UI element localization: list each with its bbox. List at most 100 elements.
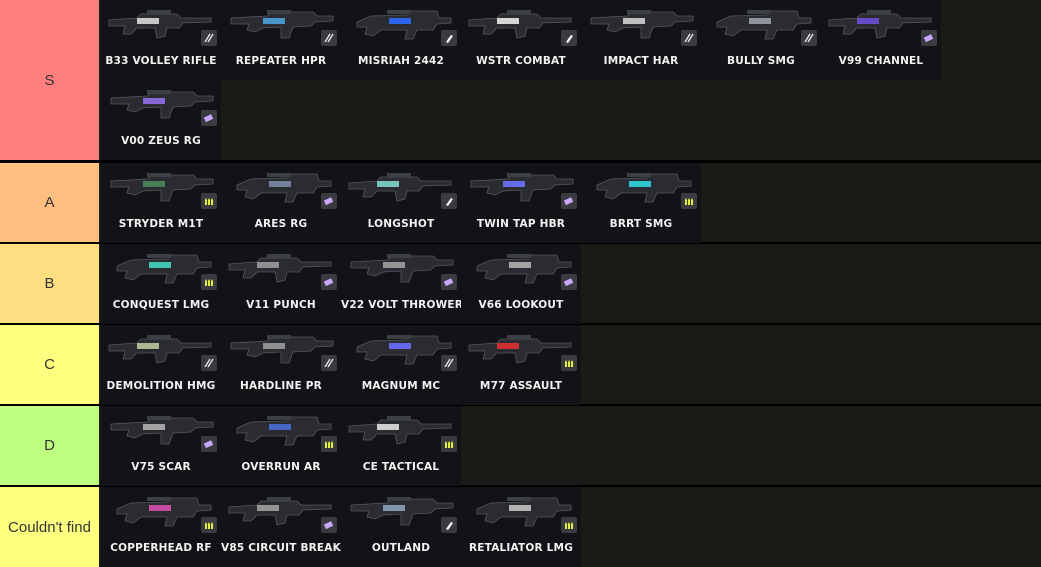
weapon-card[interactable]: STRYDER M1T [101,163,221,243]
tier-row-b: B CONQUEST LMG V11 PUNCH V22 VOLT THROWER V… [0,244,1041,324]
weapon-name: V00 ZEUS RG [121,135,201,147]
bullets-icon [681,193,697,209]
weapon-name: LONGSHOT [367,218,435,230]
battery-icon [561,193,577,209]
weapon-card[interactable]: COPPERHEAD RF [101,487,221,567]
weapon-name: COPPERHEAD RF [110,542,212,554]
rifle-icon [681,30,697,46]
weapon-name: BULLY SMG [727,55,795,67]
tier-label[interactable]: S [0,0,99,160]
weapon-name: MAGNUM MC [361,380,441,392]
weapon-card[interactable]: OUTLAND [341,487,461,567]
weapon-name: V66 LOOKOUT [478,299,564,311]
weapon-name: V11 PUNCH [246,299,316,311]
weapon-name: RETALIATOR LMG [468,542,574,554]
weapon-card[interactable]: V00 ZEUS RG [101,80,221,160]
tier-row-s: S B33 VOLLEY RIFLE REPEATER HPR MISRIAH 24… [0,0,1041,160]
rifle-icon [321,355,337,371]
weapon-name: V99 CHANNEL [838,55,924,67]
rifle-icon [441,355,457,371]
weapon-card[interactable]: MAGNUM MC [341,325,461,405]
bullets-icon [201,274,217,290]
bullets-icon [201,517,217,533]
weapon-card[interactable]: V99 CHANNEL [821,0,941,80]
rifle-icon [321,30,337,46]
weapon-name: MISRIAH 2442 [357,55,445,67]
tier-items[interactable]: COPPERHEAD RF V85 CIRCUIT BREAKER OUTLAND R… [101,487,1041,567]
tier-label[interactable]: Couldn't find [0,487,99,567]
tier-items[interactable]: B33 VOLLEY RIFLE REPEATER HPR MISRIAH 2442… [101,0,1041,160]
weapon-card[interactable]: HARDLINE PR [221,325,341,405]
bullets-icon [561,355,577,371]
battery-icon [201,436,217,452]
battery-icon [921,30,937,46]
bullets-icon [441,436,457,452]
weapon-name: HARDLINE PR [240,380,322,392]
bullets-icon [321,436,337,452]
weapon-name: V22 VOLT THROWER [341,299,461,311]
weapon-card[interactable]: REPEATER HPR [221,0,341,80]
tier-label[interactable]: D [0,406,99,485]
weapon-name: V85 CIRCUIT BREAKER [221,542,341,554]
tier-items[interactable]: V75 SCAR OVERRUN AR CE TACTICAL [101,406,1041,486]
weapon-card[interactable]: B33 VOLLEY RIFLE [101,0,221,80]
weapon-card[interactable]: V66 LOOKOUT [461,244,581,324]
battery-icon [441,274,457,290]
bullets-icon [561,517,577,533]
shell-icon [561,30,577,46]
weapon-name: REPEATER HPR [235,55,327,67]
weapon-name: CE TACTICAL [362,461,440,473]
weapon-card[interactable]: ARES RG [221,163,341,243]
weapon-name: OUTLAND [371,542,431,554]
weapon-name: STRYDER M1T [118,218,204,230]
weapon-card[interactable]: BRRT SMG [581,163,701,243]
weapon-card[interactable]: CE TACTICAL [341,406,461,486]
battery-icon [321,193,337,209]
tier-items[interactable]: CONQUEST LMG V11 PUNCH V22 VOLT THROWER V66… [101,244,1041,324]
shell-icon [441,517,457,533]
weapon-card[interactable]: IMPACT HAR [581,0,701,80]
weapon-card[interactable]: DEMOLITION HMG [101,325,221,405]
weapon-name: CONQUEST LMG [112,299,210,311]
battery-icon [321,517,337,533]
tier-label[interactable]: B [0,244,99,323]
weapon-card[interactable]: OVERRUN AR [221,406,341,486]
rifle-icon [801,30,817,46]
tier-list-board: S B33 VOLLEY RIFLE REPEATER HPR MISRIAH 24… [0,0,1041,567]
weapon-card[interactable]: V75 SCAR [101,406,221,486]
weapon-card[interactable]: TWIN TAP HBR [461,163,581,243]
weapon-name: WSTR COMBAT [476,55,566,67]
tier-row-a: A STRYDER M1T ARES RG LONGSHOT TWIN TAP HBR… [0,163,1041,243]
weapon-name: M77 ASSAULT [479,380,563,392]
weapon-card[interactable]: V22 VOLT THROWER [341,244,461,324]
tier-row-c: C DEMOLITION HMG HARDLINE PR MAGNUM MC M77 … [0,325,1041,405]
weapon-card[interactable]: LONGSHOT [341,163,461,243]
weapon-name: B33 VOLLEY RIFLE [105,55,217,67]
weapon-name: V75 SCAR [131,461,191,473]
rifle-icon [201,30,217,46]
tier-items[interactable]: STRYDER M1T ARES RG LONGSHOT TWIN TAP HBR BR… [101,163,1041,243]
weapon-name: DEMOLITION HMG [106,380,216,392]
battery-icon [201,110,217,126]
shell-icon [441,30,457,46]
shell-icon [441,193,457,209]
tier-items[interactable]: DEMOLITION HMG HARDLINE PR MAGNUM MC M77 AS… [101,325,1041,405]
tier-row-d: D V75 SCAR OVERRUN AR CE TACTICAL [0,406,1041,486]
rifle-icon [201,355,217,371]
tier-label[interactable]: A [0,163,99,242]
weapon-card[interactable]: V85 CIRCUIT BREAKER [221,487,341,567]
weapon-name: TWIN TAP HBR [476,218,566,230]
weapon-card[interactable]: MISRIAH 2442 [341,0,461,80]
weapon-card[interactable]: M77 ASSAULT [461,325,581,405]
tier-row-couldnt-find: Couldn't find COPPERHEAD RF V85 CIRCUIT B… [0,487,1041,567]
weapon-card[interactable]: WSTR COMBAT [461,0,581,80]
weapon-name: OVERRUN AR [241,461,321,473]
weapon-card[interactable]: V11 PUNCH [221,244,341,324]
weapon-name: IMPACT HAR [603,55,679,67]
weapon-card[interactable]: CONQUEST LMG [101,244,221,324]
tier-label[interactable]: C [0,325,99,404]
battery-icon [321,274,337,290]
weapon-card[interactable]: RETALIATOR LMG [461,487,581,567]
weapon-card[interactable]: BULLY SMG [701,0,821,80]
weapon-name: ARES RG [254,218,308,230]
